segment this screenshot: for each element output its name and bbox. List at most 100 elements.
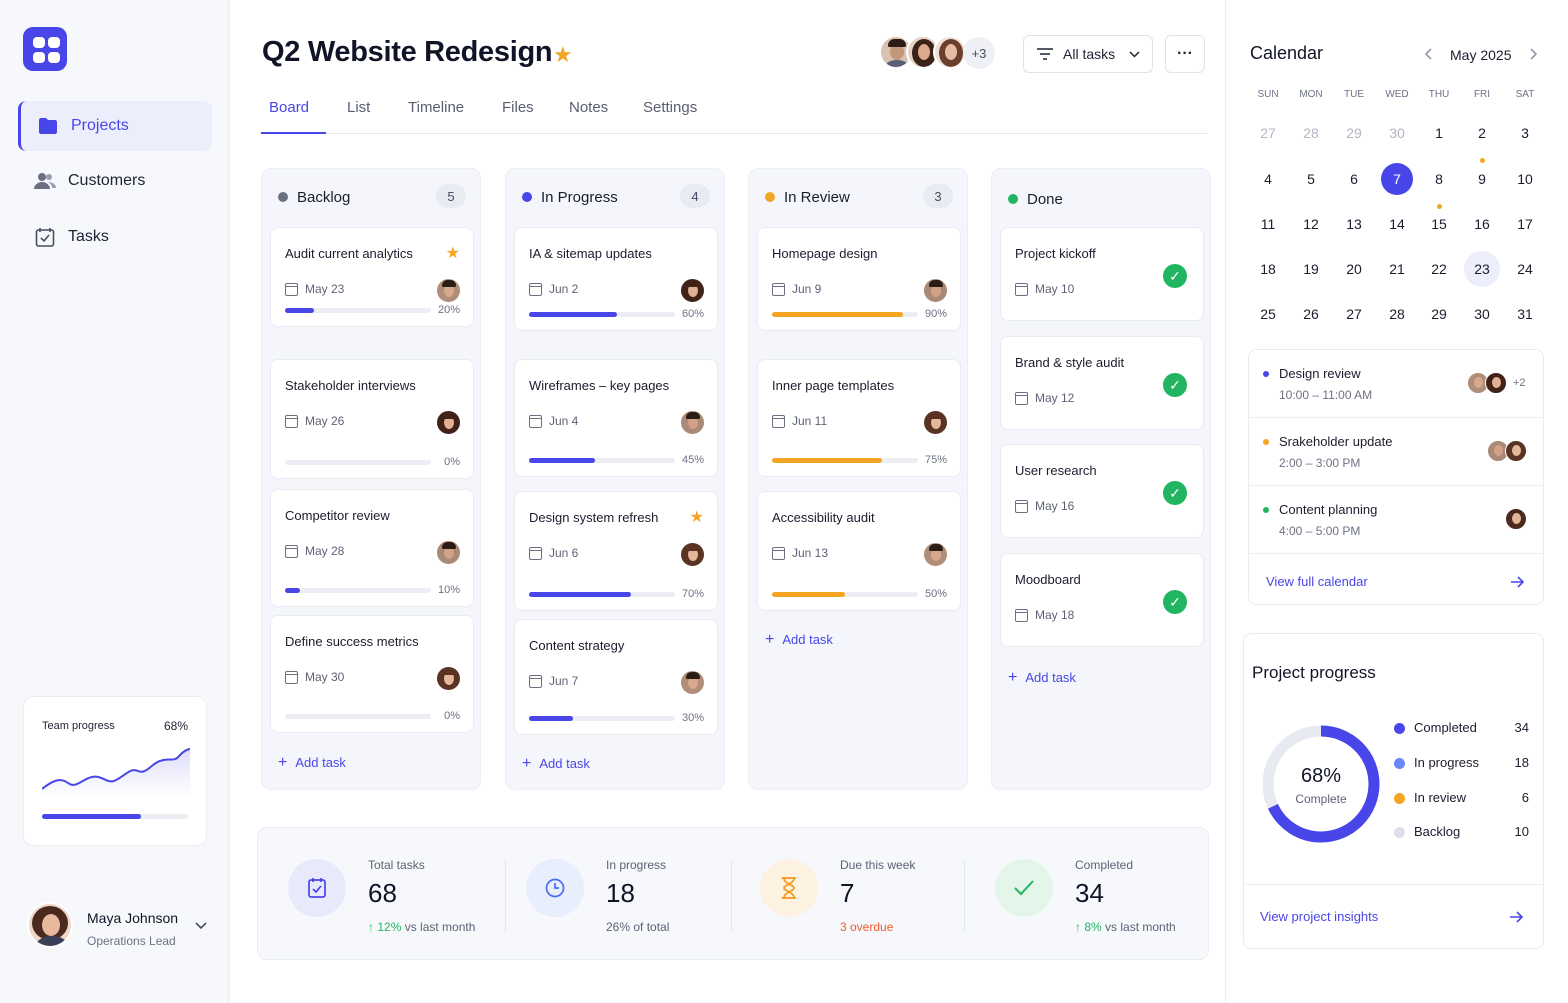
event-item[interactable]: Srakeholder update 2:00 – 3:00 PM xyxy=(1249,418,1543,486)
view-full-calendar-link[interactable]: View full calendar xyxy=(1266,574,1368,589)
task-card[interactable]: Design system refresh Jun 6 ★ 70% xyxy=(514,491,718,611)
task-progress-percent: 60% xyxy=(681,308,704,320)
calendar-day[interactable]: 24 xyxy=(1507,251,1543,287)
filter-dropdown[interactable]: All tasks xyxy=(1023,35,1153,73)
check-circle-icon[interactable]: ✓ xyxy=(1163,481,1187,505)
star-icon[interactable]: ★ xyxy=(446,243,460,263)
tab-notes[interactable]: Notes xyxy=(569,99,608,116)
task-card[interactable]: Brand & style audit May 12 ✓ xyxy=(1000,336,1204,430)
calendar-day[interactable]: 8 xyxy=(1421,161,1457,197)
user-role: Operations Lead xyxy=(87,934,176,948)
star-icon[interactable]: ★ xyxy=(690,507,704,527)
app-logo-icon[interactable] xyxy=(23,27,67,71)
task-card[interactable]: Define success metrics May 30 0% xyxy=(270,615,474,733)
add-task-button[interactable]: + Add task xyxy=(522,755,590,773)
task-progress-bar xyxy=(285,308,431,313)
calendar-day[interactable]: 16 xyxy=(1464,206,1500,242)
calendar-day[interactable]: 30 xyxy=(1464,296,1500,332)
calendar-day[interactable]: 20 xyxy=(1336,251,1372,287)
calendar-day[interactable]: 28 xyxy=(1293,115,1329,151)
status-dot xyxy=(765,192,775,202)
sidebar-item-projects[interactable]: Projects xyxy=(18,101,212,151)
arrow-right-icon[interactable] xyxy=(1510,911,1524,923)
calendar-day[interactable]: 14 xyxy=(1379,206,1415,242)
calendar-day[interactable]: 29 xyxy=(1336,115,1372,151)
sidebar: Projects Customers Tasks Team progress 6… xyxy=(0,0,229,1003)
calendar-day[interactable]: 10 xyxy=(1507,161,1543,197)
task-card[interactable]: Moodboard May 18 ✓ xyxy=(1000,553,1204,647)
calendar-day[interactable]: 18 xyxy=(1250,251,1286,287)
main-content: Q2 Website Redesign ★ +3 All tasks ··· B… xyxy=(230,0,1225,1003)
plus-icon: + xyxy=(1008,669,1018,686)
calendar-day[interactable]: 29 xyxy=(1421,296,1457,332)
task-card[interactable]: Wireframes – key pages Jun 4 45% xyxy=(514,359,718,477)
task-card[interactable]: Audit current analytics May 23 ★ 20% xyxy=(270,227,474,327)
chevron-right-icon[interactable] xyxy=(1530,48,1538,60)
star-icon[interactable]: ★ xyxy=(553,42,573,68)
add-task-button[interactable]: + Add task xyxy=(1008,669,1076,687)
task-card[interactable]: Inner page templates Jun 11 75% xyxy=(757,359,961,477)
more-options-button[interactable]: ··· xyxy=(1165,35,1205,73)
calendar-day[interactable]: 4 xyxy=(1250,161,1286,197)
tab-files[interactable]: Files xyxy=(502,99,534,116)
task-card[interactable]: Homepage design Jun 9 90% xyxy=(757,227,961,331)
sidebar-item-tasks[interactable]: Tasks xyxy=(18,212,212,262)
calendar-day[interactable]: 1 xyxy=(1421,115,1457,151)
task-card[interactable]: Stakeholder interviews May 26 0% xyxy=(270,359,474,479)
calendar-day[interactable]: 30 xyxy=(1379,115,1415,151)
event-item[interactable]: Design review 10:00 – 11:00 AM +2 xyxy=(1249,350,1543,418)
calendar-day[interactable]: 28 xyxy=(1379,296,1415,332)
view-project-insights-link[interactable]: View project insights xyxy=(1260,909,1378,924)
check-circle-icon[interactable]: ✓ xyxy=(1163,264,1187,288)
calendar-day[interactable]: 6 xyxy=(1336,161,1372,197)
calendar-day[interactable]: 17 xyxy=(1507,206,1543,242)
calendar-day[interactable]: 12 xyxy=(1293,206,1329,242)
calendar-day[interactable]: 22 xyxy=(1421,251,1457,287)
calendar-day[interactable]: 23 xyxy=(1464,251,1500,287)
task-card[interactable]: IA & sitemap updates Jun 2 60% xyxy=(514,227,718,331)
calendar-icon xyxy=(529,414,542,428)
tab-board[interactable]: Board xyxy=(269,99,309,116)
calendar-day[interactable]: 11 xyxy=(1250,206,1286,242)
event-extra-count: +2 xyxy=(1513,377,1526,389)
arrow-right-icon[interactable] xyxy=(1511,576,1525,588)
add-task-button[interactable]: + Add task xyxy=(278,754,346,772)
stat-in-progress: In progress 18 26% of total xyxy=(496,828,734,961)
event-item[interactable]: Content planning 4:00 – 5:00 PM xyxy=(1249,486,1543,554)
task-card[interactable]: Content strategy Jun 7 30% xyxy=(514,619,718,735)
calendar-day[interactable]: 26 xyxy=(1293,296,1329,332)
check-circle-icon[interactable]: ✓ xyxy=(1163,373,1187,397)
task-card[interactable]: Competitor review May 28 10% xyxy=(270,489,474,607)
check-circle-icon[interactable]: ✓ xyxy=(1163,590,1187,614)
add-task-button[interactable]: + Add task xyxy=(765,631,833,649)
task-card[interactable]: Project kickoff May 10 ✓ xyxy=(1000,227,1204,321)
calendar-day[interactable]: 3 xyxy=(1507,115,1543,151)
calendar-day[interactable]: 9 xyxy=(1464,161,1500,197)
calendar-day[interactable]: 25 xyxy=(1250,296,1286,332)
calendar-day[interactable]: 21 xyxy=(1379,251,1415,287)
calendar-day[interactable]: 27 xyxy=(1336,296,1372,332)
chevron-left-icon[interactable] xyxy=(1424,48,1432,60)
user-profile[interactable]: Maya Johnson Operations Lead xyxy=(27,902,212,952)
member-avatars[interactable]: +3 xyxy=(879,35,999,71)
calendar-day[interactable]: 5 xyxy=(1293,161,1329,197)
calendar-day[interactable]: 27 xyxy=(1250,115,1286,151)
event-dot xyxy=(1263,507,1269,513)
calendar-day[interactable]: 31 xyxy=(1507,296,1543,332)
calendar-day[interactable]: 7 xyxy=(1381,163,1413,195)
task-card[interactable]: User research May 16 ✓ xyxy=(1000,444,1204,538)
legend-in-review: In review 6 xyxy=(1394,789,1529,809)
calendar-day[interactable]: 2 xyxy=(1464,115,1500,151)
user-name: Maya Johnson xyxy=(87,910,179,926)
tab-timeline[interactable]: Timeline xyxy=(408,99,464,116)
team-progress-sparkline xyxy=(42,748,190,797)
calendar-day[interactable]: 13 xyxy=(1336,206,1372,242)
calendar-day[interactable]: 19 xyxy=(1293,251,1329,287)
chevron-down-icon[interactable] xyxy=(195,922,207,930)
task-card[interactable]: Accessibility audit Jun 13 50% xyxy=(757,491,961,611)
tab-settings[interactable]: Settings xyxy=(643,99,697,116)
members-extra-count: +3 xyxy=(963,37,995,69)
sidebar-item-customers[interactable]: Customers xyxy=(18,156,212,206)
tab-list[interactable]: List xyxy=(347,99,370,116)
calendar-day[interactable]: 15 xyxy=(1421,206,1457,242)
